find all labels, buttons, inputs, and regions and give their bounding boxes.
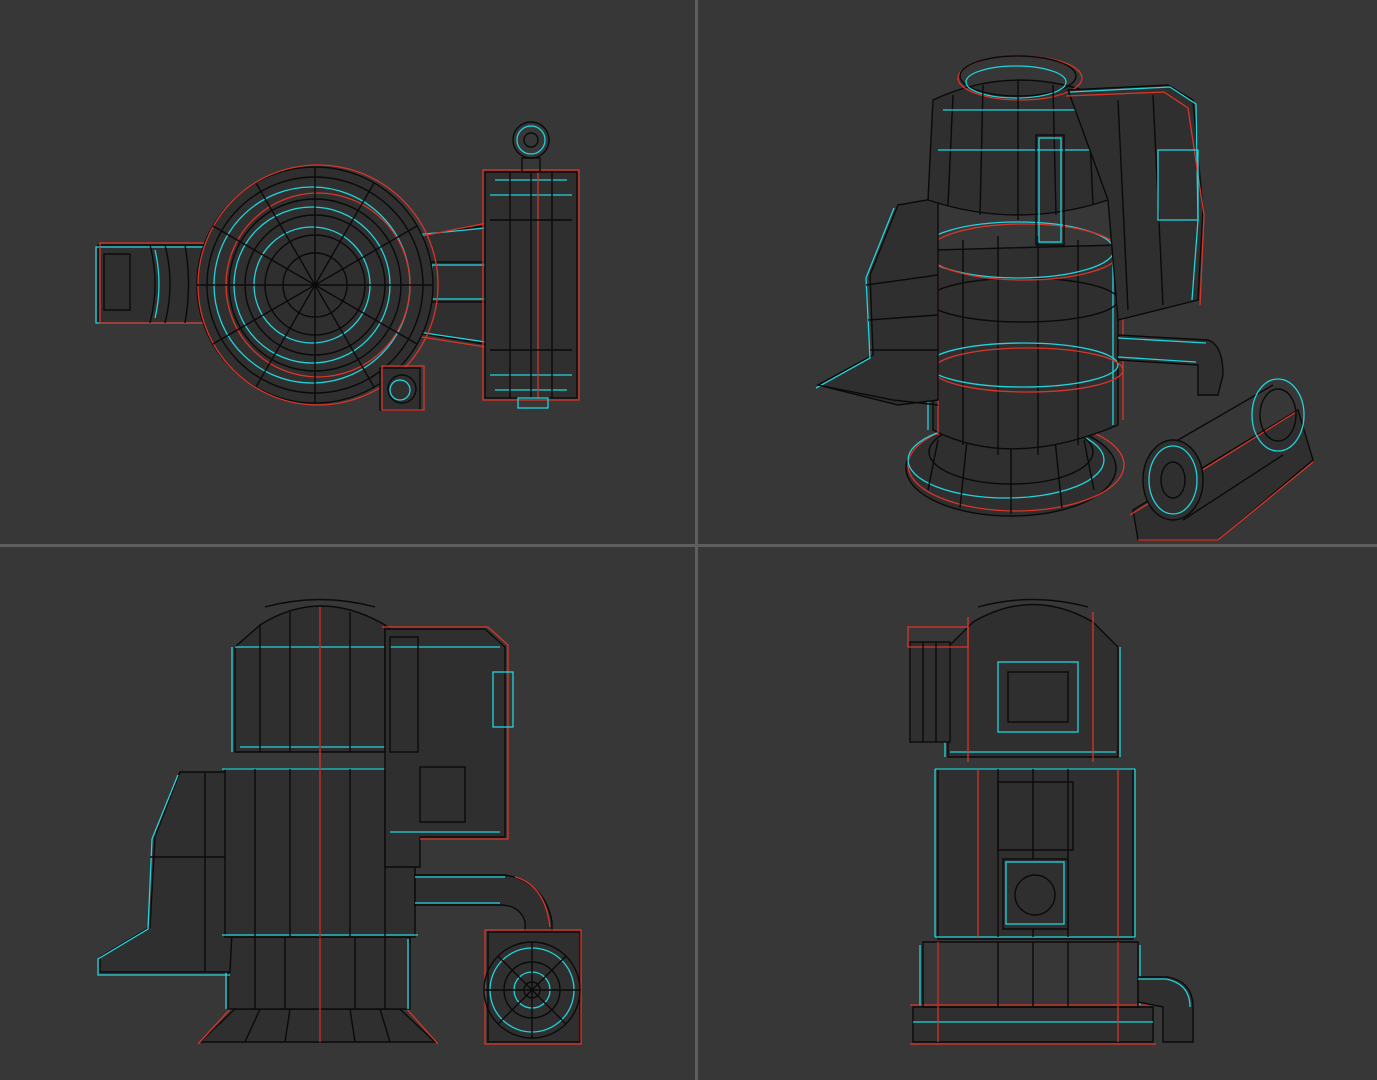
top-view-wireframe [95, 121, 580, 411]
perspective-model [815, 55, 1314, 541]
top-small-knob [379, 365, 425, 411]
side-lower-body [934, 768, 1136, 940]
front-canister [483, 929, 582, 1045]
top-view-model [95, 121, 580, 411]
top-nozzle [95, 242, 213, 324]
viewport-side[interactable] [698, 547, 1377, 1080]
viewport-perspective[interactable] [698, 0, 1377, 544]
persp-lower-body [921, 221, 1124, 455]
viewport-top[interactable] [0, 0, 695, 544]
top-canister [482, 121, 580, 409]
front-view-model [97, 598, 582, 1045]
side-view-wireframe [907, 598, 1194, 1045]
front-pipe [414, 874, 553, 938]
viewport-front[interactable] [0, 547, 695, 1080]
front-base [197, 936, 439, 1045]
persp-canister [1129, 378, 1314, 541]
front-view-wireframe [97, 598, 582, 1045]
side-base [910, 941, 1156, 1045]
viewport-divider-vertical[interactable] [695, 0, 698, 1080]
side-view-model [907, 598, 1194, 1045]
side-upper-body [944, 598, 1121, 762]
viewport-divider-horizontal[interactable] [0, 544, 1377, 547]
front-right-housing [382, 626, 514, 868]
front-left-handle [97, 771, 241, 976]
persp-upper-body [927, 55, 1111, 220]
persp-left-handle [815, 197, 939, 406]
perspective-view-wireframe [815, 55, 1314, 541]
